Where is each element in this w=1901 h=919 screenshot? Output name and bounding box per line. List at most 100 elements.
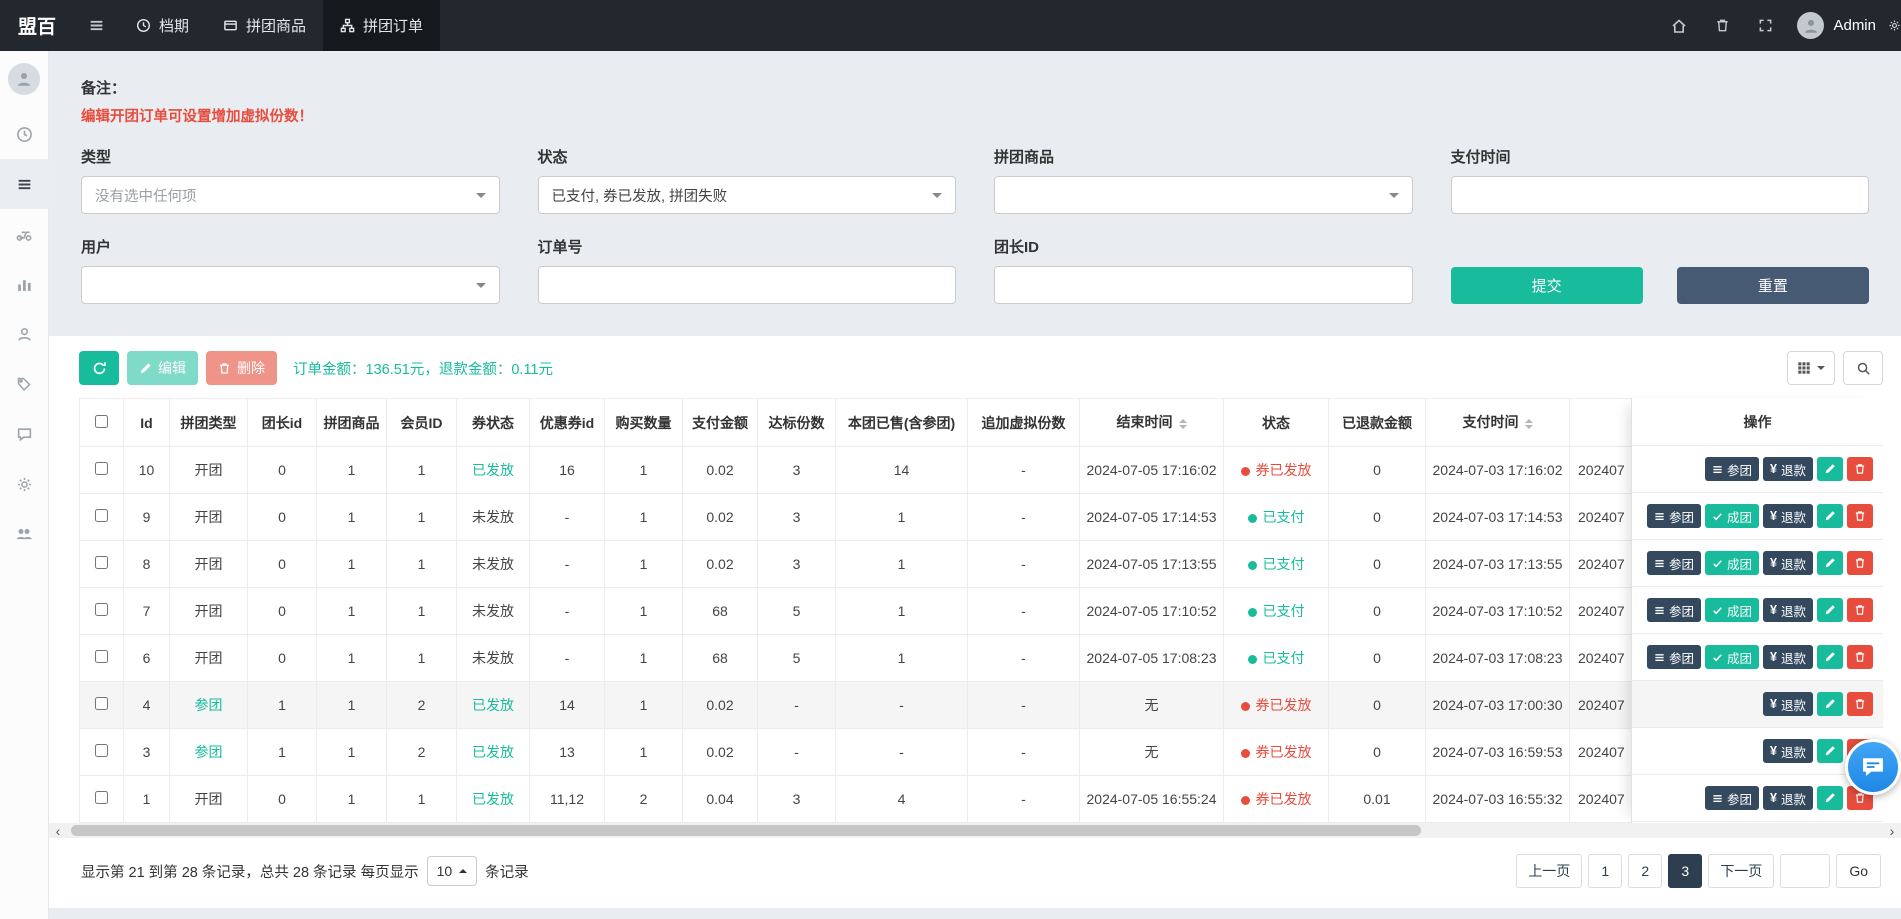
expand-icon[interactable] — [1744, 0, 1787, 51]
confirm-group-button[interactable]: 成团 — [1705, 645, 1759, 669]
row-edit-button[interactable] — [1817, 692, 1843, 716]
sidebar-item-gears[interactable] — [0, 459, 49, 509]
type-select[interactable]: 没有选中任何项 — [81, 176, 500, 214]
row-edit-button[interactable] — [1817, 645, 1843, 669]
refund-button[interactable]: ¥退款 — [1763, 692, 1813, 716]
home-icon[interactable] — [1657, 0, 1701, 51]
user-name[interactable]: Admin — [1833, 17, 1876, 34]
join-group-button[interactable]: 参团 — [1705, 457, 1759, 481]
sidebar-item-delivery[interactable] — [0, 209, 49, 259]
submit-button[interactable]: 提交 — [1451, 267, 1643, 304]
confirm-group-button[interactable]: 成团 — [1705, 551, 1759, 575]
checkbox-cell — [80, 447, 124, 494]
user-select[interactable] — [81, 266, 500, 304]
row-edit-button[interactable] — [1817, 598, 1843, 622]
row-checkbox[interactable] — [95, 509, 108, 522]
filter-label: 类型 — [81, 146, 500, 167]
page-size-select[interactable]: 10 — [427, 856, 478, 886]
scrollbar-thumb[interactable] — [71, 825, 1421, 836]
refund-button[interactable]: ¥退款 — [1763, 786, 1813, 810]
table-cell: 1 — [317, 494, 387, 541]
row-checkbox[interactable] — [95, 462, 108, 475]
tab-group-orders[interactable]: 拼团订单 — [323, 0, 440, 51]
tab-schedule[interactable]: 档期 — [119, 0, 206, 51]
scroll-left-arrow[interactable]: ‹ — [49, 823, 67, 838]
delete-button[interactable]: 删除 — [206, 351, 277, 385]
trash-icon[interactable] — [1701, 0, 1744, 51]
sidebar-item-clock[interactable] — [0, 109, 49, 159]
row-edit-button[interactable] — [1817, 739, 1843, 763]
row-edit-button[interactable] — [1817, 551, 1843, 575]
avatar[interactable] — [1797, 12, 1824, 39]
refund-button[interactable]: ¥退款 — [1763, 598, 1813, 622]
confirm-group-button[interactable]: 成团 — [1705, 598, 1759, 622]
row-edit-button[interactable] — [1817, 786, 1843, 810]
row-checkbox[interactable] — [95, 791, 108, 804]
pay-time-input[interactable] — [1451, 176, 1870, 214]
brand-logo[interactable]: 盟百 — [0, 12, 74, 39]
product-select[interactable] — [994, 176, 1413, 214]
sidebar-item-tag[interactable] — [0, 359, 49, 409]
refresh-button[interactable] — [79, 351, 119, 385]
page-button-1[interactable]: 1 — [1588, 854, 1622, 888]
leader-id-input[interactable] — [994, 266, 1413, 304]
search-button[interactable] — [1843, 351, 1883, 385]
join-group-button[interactable]: 参团 — [1647, 645, 1701, 669]
row-checkbox[interactable] — [95, 556, 108, 569]
action-row: 参团¥退款 — [1632, 775, 1883, 822]
column-header[interactable]: 支付时间 — [1426, 399, 1570, 447]
chat-widget-button[interactable] — [1845, 739, 1901, 795]
sidebar-item-user[interactable] — [0, 309, 49, 359]
order-no-input[interactable] — [538, 266, 957, 304]
column-header: 优惠券id — [530, 399, 605, 447]
join-group-button[interactable]: 参团 — [1647, 551, 1701, 575]
refund-button[interactable]: ¥退款 — [1763, 551, 1813, 575]
next-page-button[interactable]: 下一页 — [1708, 854, 1774, 888]
sidebar-item-chart[interactable] — [0, 259, 49, 309]
row-checkbox[interactable] — [95, 603, 108, 616]
confirm-group-button[interactable]: 成团 — [1705, 504, 1759, 528]
row-edit-button[interactable] — [1817, 457, 1843, 481]
scroll-right-arrow[interactable]: › — [1883, 823, 1901, 838]
sidebar-item-chat[interactable] — [0, 409, 49, 459]
page-button-3[interactable]: 3 — [1668, 854, 1702, 888]
join-group-button[interactable]: 参团 — [1647, 504, 1701, 528]
prev-page-button[interactable]: 上一页 — [1516, 854, 1582, 888]
tab-group-products[interactable]: 拼团商品 — [206, 0, 323, 51]
row-delete-button[interactable] — [1847, 551, 1873, 575]
table-cell: 0.02 — [683, 729, 758, 776]
menu-icon[interactable] — [74, 0, 119, 51]
gear-icon[interactable] — [1888, 0, 1901, 51]
row-checkbox[interactable] — [95, 697, 108, 710]
row-delete-button[interactable] — [1847, 645, 1873, 669]
go-button[interactable]: Go — [1836, 854, 1881, 888]
sidebar-item-list[interactable] — [0, 159, 49, 209]
row-edit-button[interactable] — [1817, 504, 1843, 528]
row-delete-button[interactable] — [1847, 457, 1873, 481]
columns-button[interactable] — [1787, 351, 1835, 385]
refund-button[interactable]: ¥退款 — [1763, 645, 1813, 669]
goto-page-input[interactable] — [1780, 854, 1830, 888]
sidebar-avatar[interactable] — [8, 63, 40, 95]
status-cell: 已支付 — [1224, 494, 1329, 541]
pagination: 上一页 123 下一页 Go — [1516, 854, 1881, 888]
row-checkbox[interactable] — [95, 744, 108, 757]
row-delete-button[interactable] — [1847, 692, 1873, 716]
refund-button[interactable]: ¥退款 — [1763, 457, 1813, 481]
sidebar-item-users[interactable] — [0, 509, 49, 559]
row-delete-button[interactable] — [1847, 598, 1873, 622]
reset-button[interactable]: 重置 — [1677, 267, 1869, 304]
row-checkbox[interactable] — [95, 650, 108, 663]
select-all-checkbox[interactable] — [95, 415, 108, 428]
row-delete-button[interactable] — [1847, 504, 1873, 528]
join-group-button[interactable]: 参团 — [1647, 598, 1701, 622]
column-header[interactable]: 结束时间 — [1080, 399, 1224, 447]
horizontal-scrollbar[interactable]: ‹ › — [49, 823, 1901, 838]
edit-button[interactable]: 编辑 — [127, 351, 198, 385]
page-button-2[interactable]: 2 — [1628, 854, 1662, 888]
card-icon — [223, 18, 238, 33]
refund-button[interactable]: ¥退款 — [1763, 739, 1813, 763]
join-group-button[interactable]: 参团 — [1705, 786, 1759, 810]
status-select[interactable]: 已支付, 券已发放, 拼团失败 — [538, 176, 957, 214]
refund-button[interactable]: ¥退款 — [1763, 504, 1813, 528]
